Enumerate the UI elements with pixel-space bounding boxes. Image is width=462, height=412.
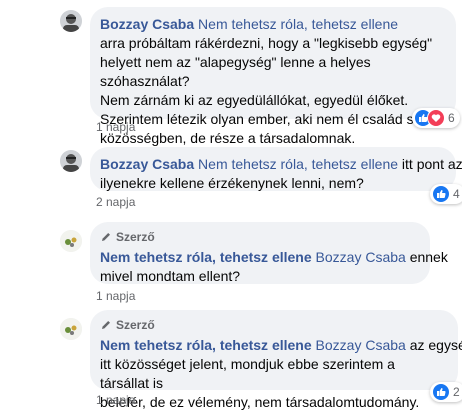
comment-text-line: közösségben, de része a társadalomnak. (100, 130, 356, 146)
comment-mention[interactable]: Bozzay Csaba (316, 249, 406, 265)
comment-mention[interactable]: Bozzay Csaba (316, 337, 406, 353)
comment-text-line: belefér, de ez vélemény, nem társadalomt… (100, 394, 420, 410)
comment-text: ennek (405, 249, 448, 265)
avatar[interactable] (60, 230, 82, 252)
comment-bubble: Szerző Nem tehetsz róla, tehetsz ellene … (90, 310, 462, 410)
comment-timestamp[interactable]: 2 napja (96, 195, 135, 209)
comment-author[interactable]: Bozzay Csaba (100, 16, 194, 32)
avatar[interactable] (60, 10, 82, 32)
comment-text-line: arra próbáltam rákérdezni, hogy a "legki… (100, 35, 433, 51)
comment-text-line: Nem zárnám ki az egyedülállókat, egyedül… (100, 92, 409, 108)
reaction-summary[interactable]: 6 (412, 108, 460, 128)
author-badge: Szerző (100, 230, 418, 244)
comment-timestamp[interactable]: 1 napja (96, 120, 135, 134)
pencil-icon (102, 321, 110, 329)
comment-text-line: ilyenekre kellene érzékenynek lenni, nem… (100, 175, 364, 191)
reaction-summary[interactable]: 4 (430, 184, 462, 204)
author-badge-label: Szerző (116, 318, 155, 332)
reaction-count: 4 (453, 187, 460, 201)
comment-bubble: Szerző Nem tehetsz róla, tehetsz ellene … (90, 222, 448, 284)
comment-text: itt pont az (398, 156, 462, 172)
comment-timestamp[interactable]: 1 napja (96, 393, 135, 407)
author-badge: Szerző (100, 318, 446, 332)
reaction-count: 6 (448, 111, 455, 125)
pencil-icon (102, 233, 110, 241)
reaction-summary[interactable]: 2 (430, 382, 462, 402)
comment-author[interactable]: Nem tehetsz róla, tehetsz ellene (100, 337, 312, 353)
reaction-count: 2 (453, 385, 460, 399)
comment-text-line: helyett nem az "alapegység" lenne a hely… (100, 54, 371, 89)
comment-text: az egység (409, 337, 462, 353)
avatar[interactable] (60, 150, 82, 172)
avatar[interactable] (60, 318, 82, 340)
comment-text-line: Szerintem létezik olyan ember, aki nem é… (100, 111, 441, 127)
comment-timestamp[interactable]: 1 napja (96, 289, 135, 303)
comment-mention[interactable]: Nem tehetsz róla, tehetsz ellene (198, 156, 398, 172)
comment-mention[interactable]: Nem tehetsz róla, tehetsz ellene (198, 16, 398, 32)
comment-text-line: itt közösséget jelent, mondjuk ebbe szer… (100, 356, 395, 391)
comment-bubble: Bozzay Csaba Nem tehetsz róla, tehetsz e… (90, 147, 462, 191)
author-badge-label: Szerző (116, 230, 155, 244)
comment-author[interactable]: Bozzay Csaba (100, 156, 194, 172)
like-icon (432, 185, 450, 203)
comment-text-line: mivel mondtam ellent? (100, 268, 241, 284)
like-icon (432, 383, 450, 401)
love-icon (427, 109, 445, 127)
comment-author[interactable]: Nem tehetsz róla, tehetsz ellene (100, 249, 312, 265)
comment-bubble: Bozzay Csaba Nem tehetsz róla, tehetsz e… (90, 7, 456, 146)
